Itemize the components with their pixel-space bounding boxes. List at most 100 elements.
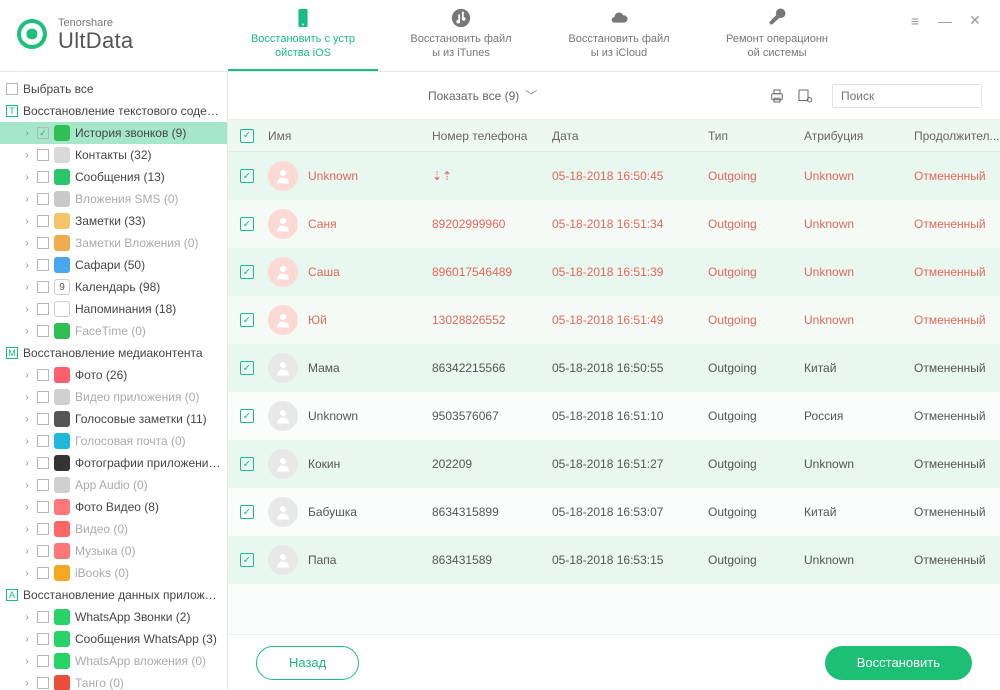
search-input[interactable] (841, 89, 996, 103)
expand-icon[interactable]: › (22, 238, 32, 249)
expand-icon[interactable]: › (22, 546, 32, 557)
col-type[interactable]: Тип (708, 129, 804, 143)
sidebar-item-label[interactable]: Сообщения WhatsApp (3) (75, 632, 217, 646)
table-row[interactable]: Папа86343158905-18-2018 16:53:15Outgoing… (228, 536, 1000, 584)
expand-icon[interactable]: › (22, 634, 32, 645)
item-checkbox[interactable] (37, 281, 49, 293)
sidebar-item-label[interactable]: Голосовые заметки (11) (75, 412, 207, 426)
table-row[interactable]: Бабушка863431589905-18-2018 16:53:07Outg… (228, 488, 1000, 536)
settings-icon[interactable] (794, 85, 816, 107)
sidebar-item-label[interactable]: WhatsApp вложения (0) (75, 654, 206, 668)
sidebar-item-label[interactable]: FaceTime (0) (75, 324, 146, 338)
sidebar-item-label[interactable]: Контакты (32) (75, 148, 152, 162)
sidebar-item-label[interactable]: WhatsApp Звонки (2) (75, 610, 190, 624)
chevron-down-icon[interactable]: ﹀ (525, 87, 537, 104)
col-dur[interactable]: Продолжител... (914, 129, 1000, 143)
item-checkbox[interactable] (37, 259, 49, 271)
item-checkbox[interactable] (37, 127, 49, 139)
expand-icon[interactable]: › (22, 656, 32, 667)
sidebar-item-label[interactable]: Календарь (98) (75, 280, 160, 294)
item-checkbox[interactable] (37, 457, 49, 469)
expand-icon[interactable]: › (22, 414, 32, 425)
item-checkbox[interactable] (37, 171, 49, 183)
sidebar-item[interactable]: ›Музыка (0) (0, 540, 227, 562)
sidebar-item[interactable]: › Голосовые заметки (11) (0, 408, 227, 430)
print-icon[interactable] (766, 85, 788, 107)
sidebar-item-label[interactable]: App Audio (0) (75, 478, 148, 492)
filter-dropdown[interactable]: Показать все (9) (428, 89, 519, 103)
table-row[interactable]: Кокин20220905-18-2018 16:51:27OutgoingUn… (228, 440, 1000, 488)
sidebar-item[interactable]: › Контакты (32) (0, 144, 227, 166)
window-minimize-icon[interactable]: — (938, 13, 952, 29)
row-checkbox[interactable] (240, 217, 254, 231)
item-checkbox[interactable] (37, 567, 49, 579)
sidebar-item-label[interactable]: Видео (0) (75, 522, 128, 536)
row-checkbox[interactable] (240, 457, 254, 471)
expand-icon[interactable]: › (22, 150, 32, 161)
item-checkbox[interactable] (37, 369, 49, 381)
item-checkbox[interactable] (37, 479, 49, 491)
sidebar-item[interactable]: ›Видео приложения (0) (0, 386, 227, 408)
tab-0[interactable]: Восстановить с устройства iOS (228, 0, 378, 71)
item-checkbox[interactable] (37, 501, 49, 513)
sidebar-item[interactable]: ›Фото Видео (8) (0, 496, 227, 518)
sidebar-group-label[interactable]: Восстановление медиаконтента (23, 346, 203, 360)
sidebar-group-label[interactable]: Восстановление данных приложений (23, 588, 221, 602)
sidebar-item-label[interactable]: Сафари (50) (75, 258, 145, 272)
sidebar-item[interactable]: › WhatsApp вложения (0) (0, 650, 227, 672)
sidebar-item-label[interactable]: Фото (26) (75, 368, 127, 382)
sidebar-item[interactable]: › Голосовая почта (0) (0, 430, 227, 452)
item-checkbox[interactable] (37, 611, 49, 623)
select-all-checkbox[interactable] (6, 83, 18, 95)
sidebar-item[interactable]: ›Напоминания (18) (0, 298, 227, 320)
sidebar-item-label[interactable]: История звонков (9) (75, 126, 186, 140)
sidebar-item-label[interactable]: Голосовая почта (0) (75, 434, 186, 448)
sidebar-item-label[interactable]: Фото Видео (8) (75, 500, 159, 514)
item-checkbox[interactable] (37, 435, 49, 447)
sidebar-item[interactable]: ›Сообщения (13) (0, 166, 227, 188)
sidebar-item-label[interactable]: Вложения SMS (0) (75, 192, 179, 206)
item-checkbox[interactable] (37, 303, 49, 315)
sidebar-item-label[interactable]: iBooks (0) (75, 566, 129, 580)
row-checkbox[interactable] (240, 409, 254, 423)
col-date[interactable]: Дата (552, 129, 708, 143)
item-checkbox[interactable] (37, 545, 49, 557)
expand-icon[interactable]: › (22, 568, 32, 579)
tab-1[interactable]: Восстановить файлы из iTunes (386, 0, 536, 71)
sidebar-item[interactable]: › FaceTime (0) (0, 320, 227, 342)
sidebar-item-label[interactable]: Видео приложения (0) (75, 390, 199, 404)
expand-icon[interactable]: › (22, 194, 32, 205)
expand-icon[interactable]: › (22, 480, 32, 491)
row-checkbox[interactable] (240, 505, 254, 519)
expand-icon[interactable]: › (22, 524, 32, 535)
col-phone[interactable]: Номер телефона (432, 129, 552, 143)
sidebar-item[interactable]: › Сообщения WhatsApp (3) (0, 628, 227, 650)
expand-icon[interactable]: › (22, 216, 32, 227)
sidebar-item[interactable]: › App Audio (0) (0, 474, 227, 496)
sidebar-item[interactable]: › Вложения SMS (0) (0, 188, 227, 210)
table-row[interactable]: Саня8920299996005-18-2018 16:51:34Outgoi… (228, 200, 1000, 248)
expand-icon[interactable]: › (22, 260, 32, 271)
item-checkbox[interactable] (37, 149, 49, 161)
sidebar-item[interactable]: ›9Календарь (98) (0, 276, 227, 298)
col-attr[interactable]: Атрибуция (804, 129, 914, 143)
row-checkbox[interactable] (240, 313, 254, 327)
back-button[interactable]: Назад (256, 646, 359, 680)
window-menu-icon[interactable]: ≡ (908, 13, 922, 29)
select-all-checkbox[interactable] (240, 129, 254, 143)
sidebar-group-label[interactable]: Восстановление текстового содержи (23, 104, 221, 118)
sidebar-item-label[interactable]: Сообщения (13) (75, 170, 165, 184)
sidebar-item[interactable]: ›Заметки Вложения (0) (0, 232, 227, 254)
row-checkbox[interactable] (240, 265, 254, 279)
sidebar-item[interactable]: ›Фотографии приложений (24 (0, 452, 227, 474)
sidebar-item-label[interactable]: Фотографии приложений (24 (75, 456, 221, 470)
sidebar-item-label[interactable]: Заметки (33) (75, 214, 146, 228)
sidebar-item[interactable]: › Видео (0) (0, 518, 227, 540)
expand-icon[interactable]: › (22, 326, 32, 337)
expand-icon[interactable]: › (22, 436, 32, 447)
col-name[interactable]: Имя (268, 129, 432, 143)
item-checkbox[interactable] (37, 677, 49, 689)
window-close-icon[interactable]: ✕ (968, 12, 982, 29)
item-checkbox[interactable] (37, 633, 49, 645)
expand-icon[interactable]: › (22, 282, 32, 293)
